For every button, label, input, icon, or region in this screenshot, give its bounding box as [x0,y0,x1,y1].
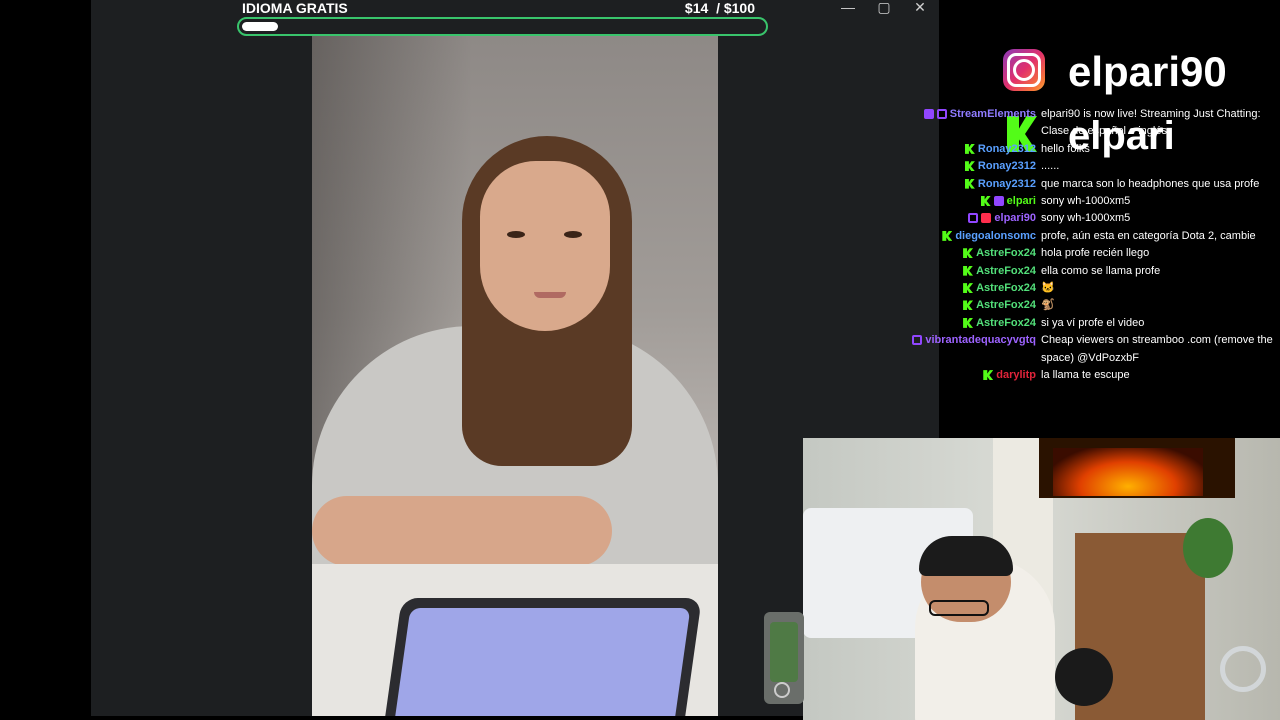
goal-title: IDIOMA GRATIS [242,0,348,16]
streamer-hair [919,536,1013,576]
chat-text: ...... [1041,160,1060,173]
mod-badge-icon [923,109,934,119]
twitch-badge-icon [936,109,947,119]
kick-badge-icon [964,143,975,154]
mod-badge-icon [993,196,1004,207]
instagram-icon [1003,49,1045,91]
donation-goal: IDIOMA GRATIS $14 / $100 [237,0,768,38]
streamer-glasses [929,600,989,616]
kick-badge-icon [964,178,975,189]
chat-username[interactable]: AstreFox24 [976,280,1036,297]
goal-target: / $100 [716,0,755,16]
chat-username[interactable]: vibrantadequacyvgtq [925,332,1036,349]
chat-message: AstreFox24 si ya ví profe el video [900,315,1280,332]
chat-username[interactable]: elpari [1007,193,1036,210]
chat-message: AstreFox24 hola profe recién llego [900,245,1280,262]
chat-username[interactable]: Ronay2312 [978,141,1036,158]
woman-mouth [534,292,566,298]
goal-progress-fill [242,22,278,31]
yt-badge-icon [981,213,992,224]
close-button[interactable]: ✕ [910,0,930,16]
chat-list: StreamElements elpari90 is now live! Stre… [900,106,1280,385]
twitch-badge-icon [968,213,979,224]
kick-badge-icon [983,370,994,381]
chat-text: sony wh-1000xm5 [1041,195,1131,208]
chat-text: hola profe recién llego [1041,247,1150,260]
chat-username[interactable]: AstreFox24 [976,263,1036,280]
kick-badge-icon [980,196,991,207]
chat-text: si ya ví profe el video [1041,316,1145,329]
chat-message: AstreFox24 🐱 [900,280,1280,297]
chat-text: la llama te escupe [1041,369,1130,382]
chat-username[interactable]: AstreFox24 [976,315,1036,332]
chat-text: elpari90 is now live! Streaming Just Cha… [1041,108,1261,138]
kick-badge-icon [963,283,974,294]
minimize-button[interactable]: — [838,0,858,16]
microphone [1055,648,1113,706]
chat-username[interactable]: diegoalonsomc [955,228,1036,245]
chat-username[interactable]: elpari90 [994,210,1036,227]
chat-message: darylitp la llama te escupe [900,367,1280,384]
chat-message: Ronay2312...... [900,158,1280,175]
fireplace-video [1053,448,1203,496]
chat-text: sony wh-1000xm5 [1041,212,1131,225]
instagram-handle: elpari90 [1068,48,1227,95]
chat-username[interactable]: StreamElements [950,106,1036,123]
chat-text: que marca son lo headphones que usa prof… [1041,177,1260,190]
plant [1183,518,1233,578]
chat-message: StreamElements elpari90 is now live! Stre… [900,106,1280,141]
chat-username[interactable]: darylitp [996,367,1036,384]
chat-username[interactable]: AstreFox24 [976,297,1036,314]
tablet [382,598,702,716]
chat-text: Cheap viewers on streamboo .com (remove … [1041,334,1273,364]
webcam-feed [803,438,1280,720]
kick-badge-icon [964,161,975,172]
woman-face [480,161,610,331]
goal-amount: $14 / $100 [685,0,755,16]
watermark-icon [1220,646,1266,692]
goal-progress-bar [237,17,768,36]
twitch-badge-icon [912,335,923,346]
chat-username[interactable]: Ronay2312 [978,158,1036,175]
kick-badge-icon [942,230,953,241]
chat-message: vibrantadequacyvgtq Cheap viewers on stre… [900,332,1280,367]
maximize-button[interactable]: ▢ [874,0,894,16]
chat-username[interactable]: Ronay2312 [978,176,1036,193]
chat-message: AstreFox24 🐒 [900,297,1280,314]
woman-arm [312,496,612,566]
tablet-screen [392,608,691,716]
chat-text: hello folks [1041,142,1090,155]
kick-badge-icon [963,248,974,259]
chat-message: AstreFox24 ella como se llama profe [900,263,1280,280]
chat-message: diegoalonsomc profe, aún esta en categorí… [900,228,1280,245]
chat-message: elpari sony wh-1000xm5 [900,193,1280,210]
kick-badge-icon [963,300,974,311]
chat-message: Ronay2312 que marca son lo headphones que… [900,176,1280,193]
goal-current: $14 [684,0,709,16]
chat-text: ella como se llama profe [1041,264,1161,277]
chat-text: 🐒 [1041,299,1055,312]
kick-badge-icon [963,317,974,328]
woman-left-eye [507,231,525,238]
woman-right-eye [564,231,582,238]
chat-message: Ronay2312 hello folks [900,141,1280,158]
chat-username[interactable]: AstreFox24 [976,245,1036,262]
mini-phone-view [764,612,804,704]
kick-badge-icon [963,265,974,276]
chat-message: elpari90 sony wh-1000xm5 [900,210,1280,227]
camera-icon [774,682,790,698]
chat-text: 🐱 [1041,282,1055,295]
chat-text: profe, aún esta en categoría Dota 2, cam… [1041,229,1256,242]
video-frame [312,36,718,716]
